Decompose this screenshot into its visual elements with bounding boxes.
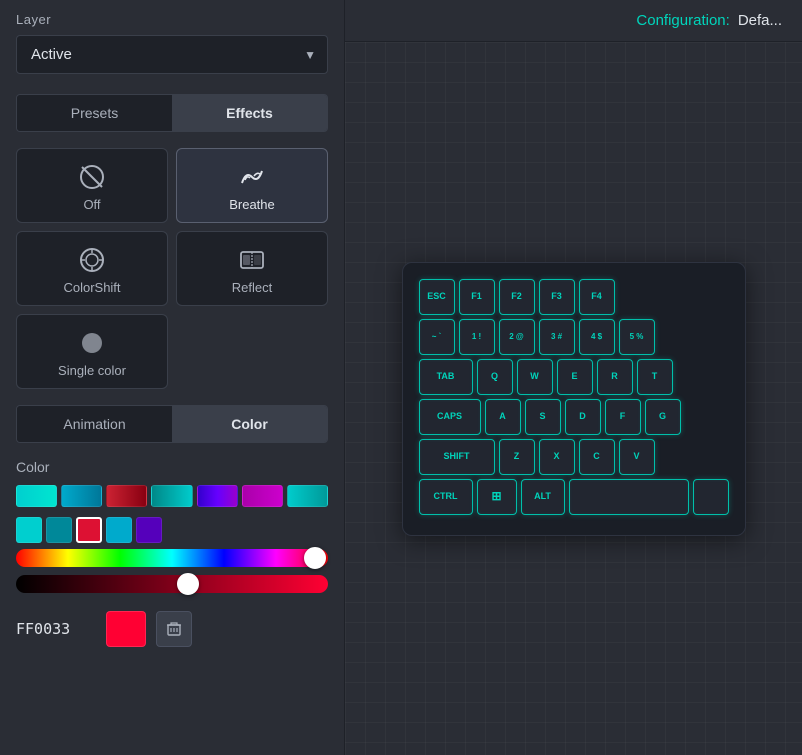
off-label: Off	[83, 197, 100, 212]
brightness-slider[interactable]	[16, 575, 328, 593]
colorshift-label: ColorShift	[63, 280, 120, 295]
hex-input[interactable]	[16, 620, 96, 638]
key-4[interactable]: 4 $	[579, 319, 615, 355]
swatch-purple[interactable]	[136, 517, 162, 543]
grad-swatch-7[interactable]	[287, 485, 328, 507]
key-2[interactable]: 2 @	[499, 319, 535, 355]
key-shift-left[interactable]: SHIFT	[419, 439, 495, 475]
keyboard-row-1: ESC F1 F2 F3 F4	[419, 279, 729, 315]
configuration-value: Defa...	[738, 12, 782, 29]
trash-icon	[166, 621, 182, 637]
brightness-slider-row	[16, 575, 328, 593]
grad-swatch-3[interactable]	[106, 485, 147, 507]
keyboard-row-3: TAB Q W E R T	[419, 359, 729, 395]
key-1[interactable]: 1 !	[459, 319, 495, 355]
color-input-row	[16, 611, 328, 647]
delete-color-button[interactable]	[156, 611, 192, 647]
sidebar: Layer Active Layer 1 Layer 2 ▼ Presets E…	[0, 0, 345, 755]
key-r[interactable]: R	[597, 359, 633, 395]
colorshift-icon	[78, 246, 106, 274]
gradient-swatches-row	[16, 485, 328, 507]
key-c[interactable]: C	[579, 439, 615, 475]
key-w[interactable]: W	[517, 359, 553, 395]
key-ctrl[interactable]: CTRL	[419, 479, 473, 515]
grad-swatch-6[interactable]	[242, 485, 283, 507]
hue-slider-row	[16, 549, 328, 567]
breathe-icon	[238, 163, 266, 191]
color-section-label: Color	[16, 459, 328, 475]
keyboard-row-2: ~ ` 1 ! 2 @ 3 # 4 $ 5 %	[419, 319, 729, 355]
top-bar: Configuration: Defa...	[345, 0, 802, 42]
presets-effects-tabbar: Presets Effects	[16, 94, 328, 132]
grad-swatch-5[interactable]	[197, 485, 238, 507]
key-a[interactable]: A	[485, 399, 521, 435]
effect-colorshift[interactable]: ColorShift	[16, 231, 168, 306]
key-space[interactable]	[569, 479, 689, 515]
effect-reflect[interactable]: Reflect	[176, 231, 328, 306]
key-f2[interactable]: F2	[499, 279, 535, 315]
layer-dropdown[interactable]: Active Layer 1 Layer 2	[16, 35, 328, 74]
effect-off[interactable]: Off	[16, 148, 168, 223]
tab-animation[interactable]: Animation	[17, 406, 172, 442]
swatch-cyan2[interactable]	[106, 517, 132, 543]
grad-swatch-2[interactable]	[61, 485, 102, 507]
key-d[interactable]: D	[565, 399, 601, 435]
reflect-label: Reflect	[232, 280, 272, 295]
key-caps[interactable]: CAPS	[419, 399, 481, 435]
grad-swatch-1[interactable]	[16, 485, 57, 507]
key-t[interactable]: T	[637, 359, 673, 395]
key-f1[interactable]: F1	[459, 279, 495, 315]
grad-swatch-4[interactable]	[151, 485, 192, 507]
key-v[interactable]: V	[619, 439, 655, 475]
key-x[interactable]: X	[539, 439, 575, 475]
key-z[interactable]: Z	[499, 439, 535, 475]
solid-swatches-row	[16, 517, 328, 543]
key-extra-1[interactable]	[693, 479, 729, 515]
key-e[interactable]: E	[557, 359, 593, 395]
key-esc[interactable]: ESC	[419, 279, 455, 315]
keyboard-canvas: ESC F1 F2 F3 F4 ~ ` 1 ! 2 @ 3 # 4 $ 5 % …	[345, 42, 802, 755]
tab-effects[interactable]: Effects	[172, 95, 327, 131]
effect-singlecolor[interactable]: Single color	[16, 314, 168, 389]
singlecolor-label: Single color	[58, 363, 126, 378]
key-tab[interactable]: TAB	[419, 359, 473, 395]
singlecolor-icon	[78, 329, 106, 357]
key-alt[interactable]: ALT	[521, 479, 565, 515]
configuration-label: Configuration:	[636, 12, 729, 29]
brightness-thumb[interactable]	[177, 573, 199, 595]
key-f4[interactable]: F4	[579, 279, 615, 315]
swatch-teal[interactable]	[46, 517, 72, 543]
key-f3[interactable]: F3	[539, 279, 575, 315]
keyboard: ESC F1 F2 F3 F4 ~ ` 1 ! 2 @ 3 # 4 $ 5 % …	[402, 262, 746, 536]
effects-grid: Off Breathe	[16, 148, 328, 389]
tab-presets[interactable]: Presets	[17, 95, 172, 131]
hue-thumb[interactable]	[304, 547, 326, 569]
key-win[interactable]: ⊞	[477, 479, 517, 515]
swatch-red[interactable]	[76, 517, 102, 543]
animation-color-tabbar: Animation Color	[16, 405, 328, 443]
main-area: Configuration: Defa... ESC F1 F2 F3 F4 ~…	[345, 0, 802, 755]
key-q[interactable]: Q	[477, 359, 513, 395]
color-preview[interactable]	[106, 611, 146, 647]
keyboard-row-6: CTRL ⊞ ALT	[419, 479, 729, 515]
win-icon: ⊞	[491, 489, 501, 503]
layer-label: Layer	[16, 12, 328, 27]
key-s[interactable]: S	[525, 399, 561, 435]
keyboard-row-5: SHIFT Z X C V	[419, 439, 729, 475]
swatch-cyan[interactable]	[16, 517, 42, 543]
off-icon	[78, 163, 106, 191]
key-5[interactable]: 5 %	[619, 319, 655, 355]
hue-slider[interactable]	[16, 549, 328, 567]
tab-color[interactable]: Color	[172, 406, 327, 442]
key-f[interactable]: F	[605, 399, 641, 435]
effect-breathe[interactable]: Breathe	[176, 148, 328, 223]
layer-dropdown-wrapper: Active Layer 1 Layer 2 ▼	[16, 35, 328, 74]
breathe-label: Breathe	[229, 197, 275, 212]
key-g[interactable]: G	[645, 399, 681, 435]
key-tilde[interactable]: ~ `	[419, 319, 455, 355]
reflect-icon	[238, 246, 266, 274]
key-3[interactable]: 3 #	[539, 319, 575, 355]
keyboard-row-4: CAPS A S D F G	[419, 399, 729, 435]
